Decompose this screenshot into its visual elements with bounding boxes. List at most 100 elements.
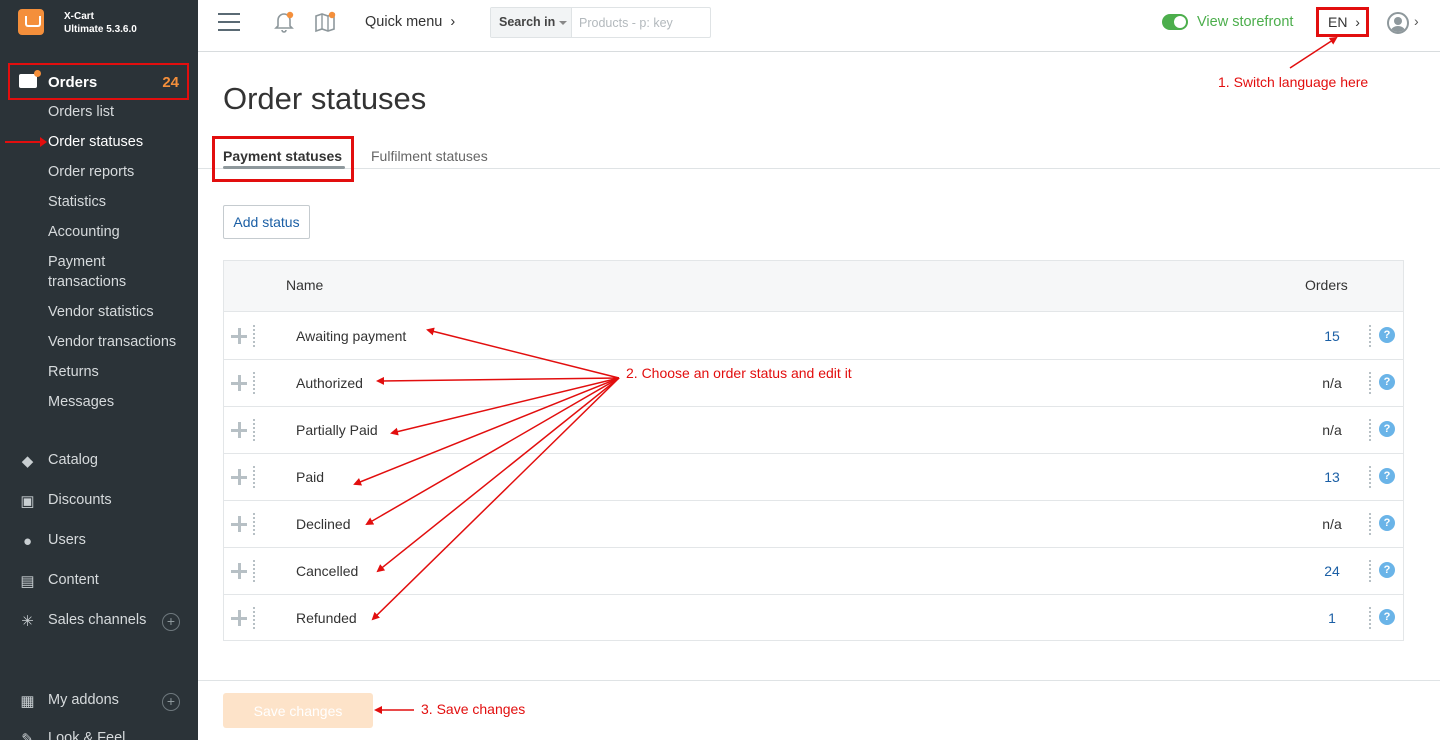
annotation-arrow-order-statuses: [5, 137, 47, 147]
status-name[interactable]: Authorized: [296, 375, 363, 391]
orders-count-link[interactable]: 13: [1304, 469, 1360, 485]
xcart-logo-icon[interactable]: [18, 9, 44, 35]
storefront-toggle[interactable]: [1162, 14, 1188, 30]
puzzle-icon: ▦: [20, 693, 35, 710]
hamburger-menu-icon[interactable]: [218, 13, 240, 31]
orders-count-link[interactable]: 15: [1304, 328, 1360, 344]
content-icon: ▤: [20, 573, 35, 590]
sidebar-item-discounts[interactable]: ▣ Discounts: [0, 490, 198, 514]
divider: [253, 419, 255, 441]
gift-icon: ▣: [20, 493, 35, 510]
map-icon[interactable]: [314, 11, 336, 33]
sidebar-item-orders[interactable]: Orders 24: [8, 63, 189, 100]
table-row: Paid 13 ?: [224, 454, 1403, 501]
divider: [1369, 419, 1371, 441]
divider: [1369, 372, 1371, 394]
status-name[interactable]: Cancelled: [296, 563, 358, 579]
divider: [1369, 325, 1371, 347]
sidebar-item-returns[interactable]: Returns: [48, 362, 99, 382]
table-row: Refunded 1 ?: [224, 595, 1403, 642]
search-in-dropdown[interactable]: Search in: [491, 8, 572, 37]
orders-count-link[interactable]: 1: [1304, 610, 1360, 626]
users-icon: ●: [22, 533, 33, 550]
question-icon[interactable]: ?: [1379, 374, 1395, 390]
sidebar-item-label: Orders: [48, 74, 98, 91]
search-input[interactable]: [573, 8, 709, 37]
sidebar-item-content[interactable]: ▤ Content: [0, 570, 198, 594]
orders-count-badge: 24: [162, 74, 179, 91]
question-icon[interactable]: ?: [1379, 562, 1395, 578]
tab-fulfilment-statuses[interactable]: Fulfilment statuses: [371, 148, 488, 164]
orders-count: n/a: [1322, 422, 1342, 438]
quick-menu[interactable]: Quick menu ›: [365, 14, 455, 30]
sidebar-item-accounting[interactable]: Accounting: [48, 222, 120, 242]
drag-handle-icon[interactable]: [231, 375, 247, 391]
divider: [1369, 466, 1371, 488]
sidebar-item-messages[interactable]: Messages: [48, 392, 114, 412]
question-icon[interactable]: ?: [1379, 468, 1395, 484]
table-row: Awaiting payment 15 ?: [224, 313, 1403, 360]
user-avatar-icon[interactable]: [1387, 12, 1409, 34]
sidebar-item-orders-list[interactable]: Orders list: [48, 102, 114, 122]
chevron-right-icon: ›: [446, 14, 456, 30]
status-name[interactable]: Awaiting payment: [296, 328, 406, 344]
sidebar-item-users[interactable]: ● Users: [0, 530, 198, 554]
orders-count: n/a: [1322, 516, 1342, 532]
chevron-right-icon: ›: [1351, 14, 1360, 30]
network-icon: ✳: [21, 613, 34, 630]
tabs-divider: [198, 168, 1440, 169]
add-status-button[interactable]: Add status: [223, 205, 310, 239]
active-tab-indicator: [223, 166, 345, 169]
sidebar-item-sales-channels[interactable]: ✳ Sales channels +: [0, 610, 198, 634]
tab-payment-statuses[interactable]: Payment statuses: [223, 148, 342, 164]
sidebar-item-statistics[interactable]: Statistics: [48, 192, 106, 212]
question-icon[interactable]: ?: [1379, 327, 1395, 343]
column-header-name[interactable]: Name: [286, 277, 323, 293]
drag-handle-icon[interactable]: [231, 328, 247, 344]
brand[interactable]: X-Cart Ultimate 5.3.6.0: [0, 0, 198, 46]
question-icon[interactable]: ?: [1379, 609, 1395, 625]
column-header-orders[interactable]: Orders: [1305, 277, 1348, 293]
tag-icon: ◆: [21, 453, 34, 470]
drag-handle-icon[interactable]: [231, 422, 247, 438]
divider: [253, 560, 255, 582]
status-name[interactable]: Partially Paid: [296, 422, 378, 438]
sidebar-item-look-and-feel[interactable]: ✎ Look & Feel: [0, 728, 198, 740]
drag-handle-icon[interactable]: [231, 516, 247, 532]
plus-icon[interactable]: +: [162, 693, 180, 711]
bell-icon[interactable]: [274, 11, 294, 33]
annotation-save-changes: 3. Save changes: [421, 701, 526, 717]
question-icon[interactable]: ?: [1379, 515, 1395, 531]
sidebar-item-vendor-transactions[interactable]: Vendor transactions: [48, 332, 176, 352]
drag-handle-icon[interactable]: [231, 563, 247, 579]
table-header: Name Orders: [224, 261, 1403, 312]
orders-count-link[interactable]: 24: [1304, 563, 1360, 579]
plus-icon[interactable]: +: [162, 613, 180, 631]
orders-icon: [19, 70, 41, 88]
divider: [253, 325, 255, 347]
sidebar-item-vendor-statistics[interactable]: Vendor statistics: [48, 302, 154, 322]
page-title: Order statuses: [223, 81, 427, 116]
divider: [1369, 607, 1371, 629]
view-storefront-link[interactable]: View storefront: [1197, 14, 1293, 30]
sidebar-item-my-addons[interactable]: ▦ My addons +: [0, 690, 198, 714]
sidebar-item-catalog[interactable]: ◆ Catalog: [0, 450, 198, 474]
statuses-table: Name Orders Awaiting payment 15 ? Author…: [223, 260, 1404, 641]
table-row: Declined n/a ?: [224, 501, 1403, 548]
sidebar: X-Cart Ultimate 5.3.6.0 Orders 24 Orders…: [0, 0, 198, 740]
sidebar-item-order-statuses[interactable]: Order statuses: [48, 132, 143, 152]
save-changes-button[interactable]: Save changes: [223, 693, 373, 728]
sidebar-item-order-reports[interactable]: Order reports: [48, 162, 134, 182]
divider: [253, 372, 255, 394]
sidebar-item-payment-transactions[interactable]: Payment transactions: [48, 252, 126, 292]
drag-handle-icon[interactable]: [231, 469, 247, 485]
question-icon[interactable]: ?: [1379, 421, 1395, 437]
status-name[interactable]: Paid: [296, 469, 324, 485]
drag-handle-icon[interactable]: [231, 610, 247, 626]
chevron-right-icon[interactable]: ›: [1414, 13, 1419, 29]
status-name[interactable]: Refunded: [296, 610, 357, 626]
divider: [253, 466, 255, 488]
status-name[interactable]: Declined: [296, 516, 350, 532]
language-switcher[interactable]: EN ›: [1316, 7, 1369, 37]
top-bar: Quick menu › Search in View storefront E…: [198, 0, 1440, 52]
